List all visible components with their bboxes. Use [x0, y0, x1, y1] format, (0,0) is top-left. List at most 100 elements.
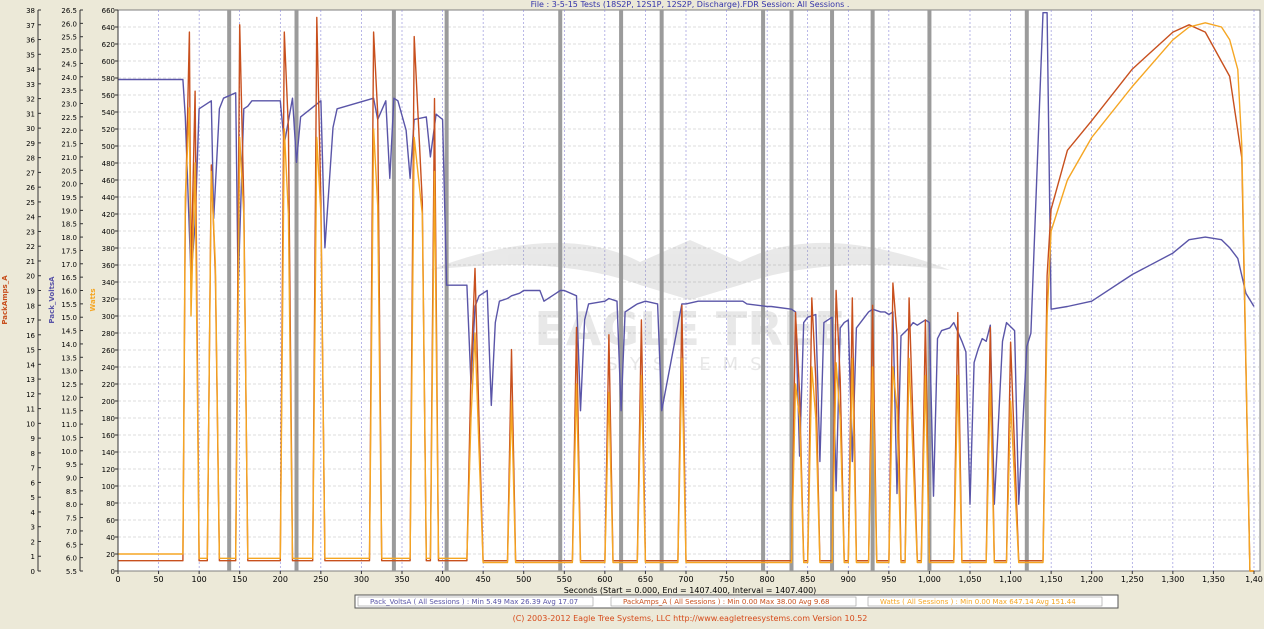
volts-tick-label: 12.5 [61, 381, 77, 389]
volts-tick-label: 14.0 [61, 341, 77, 349]
x-tick-label: 750 [719, 575, 734, 584]
watts-tick-label: 120 [102, 466, 115, 474]
watts-tick-label: 480 [102, 160, 115, 168]
amps-tick-label: 30 [26, 125, 35, 133]
volts-tick-label: 12.0 [61, 394, 77, 402]
watts-tick-label: 220 [102, 381, 115, 389]
x-tick-label: 1,40 [1245, 575, 1263, 584]
amps-tick-label: 38 [26, 7, 35, 15]
x-tick-label: 1,000 [918, 575, 941, 584]
x-tick-label: 500 [516, 575, 531, 584]
volts-tick-label: 7.5 [66, 515, 77, 523]
watts-tick-label: 500 [102, 143, 115, 151]
amps-tick-label: 17 [26, 317, 35, 325]
session-marker [444, 10, 449, 571]
amps-tick-label: 23 [26, 228, 35, 236]
amps-tick-label: 13 [26, 376, 35, 384]
session-marker [294, 10, 299, 571]
chart-window: EAGLE TREE SYSTEMS 0 50 100 150 200 250 300 350… [0, 0, 1264, 625]
amps-tick-label: 5 [31, 494, 35, 502]
session-marker [619, 10, 624, 571]
amps-tick-label: 20 [26, 273, 35, 281]
volts-tick-label: 18.0 [61, 234, 77, 242]
x-tick-label: 900 [841, 575, 856, 584]
x-tick-label: 600 [597, 575, 612, 584]
watts-tick-label: 380 [102, 245, 115, 253]
volts-tick-label: 6.5 [66, 541, 77, 549]
amps-tick-label: 6 [31, 479, 36, 487]
amps-tick-label: 28 [26, 155, 35, 163]
amps-tick-label: 24 [26, 214, 35, 222]
volts-tick-label: 18.5 [61, 221, 77, 229]
watts-tick-label: 160 [102, 432, 115, 440]
amps-tick-label: 15 [26, 347, 35, 355]
session-marker [1024, 10, 1029, 571]
amps-tick-label: 29 [26, 140, 35, 148]
amps-tick-label: 36 [26, 37, 35, 45]
volts-tick-label: 9.0 [66, 475, 77, 483]
legend: Pack_VoltsA ( All Sessions ) : Min 5.49 … [354, 594, 1119, 609]
watts-tick-label: 560 [102, 92, 115, 100]
volts-tick-label: 8.5 [66, 488, 77, 496]
watts-tick-label: 200 [102, 398, 115, 406]
amps-tick-label: 19 [26, 288, 35, 296]
x-tick-label: 1,050 [959, 575, 982, 584]
watts-tick-label: 180 [102, 415, 115, 423]
watts-tick-label: 580 [102, 75, 115, 83]
volts-tick-label: 25.5 [61, 34, 77, 42]
volts-tick-label: 13.5 [61, 354, 77, 362]
amps-tick-label: 4 [31, 509, 36, 517]
x-tick-label: 1,350 [1202, 575, 1225, 584]
watts-tick-label: 400 [102, 228, 115, 236]
volts-tick-label: 26.5 [61, 7, 77, 15]
x-tick-label: 800 [759, 575, 774, 584]
volts-tick-label: 5.5 [66, 568, 77, 576]
x-tick-label: 350 [394, 575, 409, 584]
amps-tick-label: 2 [31, 538, 35, 546]
x-tick-label: 850 [800, 575, 815, 584]
copyright-footer: (C) 2003-2012 Eagle Tree Systems, LLC ht… [513, 614, 868, 623]
watts-tick-label: 600 [102, 58, 115, 66]
volts-tick-label: 22.0 [61, 127, 77, 135]
x-tick-label: 300 [354, 575, 369, 584]
amps-tick-label: 31 [26, 110, 35, 118]
watts-tick-label: 420 [102, 211, 115, 219]
volts-tick-label: 14.5 [61, 328, 77, 336]
volts-tick-label: 15.5 [61, 301, 77, 309]
x-tick-label: 400 [435, 575, 450, 584]
watts-tick-label: 20 [106, 551, 115, 559]
watts-tick-label: 360 [102, 262, 115, 270]
volts-tick-label: 9.5 [66, 461, 77, 469]
watts-axis-title: Watts [89, 288, 97, 311]
watts-tick-label: 140 [102, 449, 115, 457]
watts-tick-label: 620 [102, 41, 115, 49]
amps-tick-label: 22 [26, 243, 35, 251]
watts-tick-label: 460 [102, 177, 115, 185]
volts-tick-label: 17.0 [61, 261, 77, 269]
legend-item-watts: Watts ( All Sessions ) : Min 0.00 Max 64… [880, 598, 1076, 606]
x-tick-label: 1,100 [999, 575, 1022, 584]
volts-tick-label: 23.5 [61, 87, 77, 95]
x-tick-label: 1,200 [1080, 575, 1103, 584]
amps-tick-label: 9 [31, 435, 35, 443]
volts-tick-label: 10.0 [61, 448, 77, 456]
amps-tick-label: 14 [26, 361, 35, 369]
x-tick-label: 50 [153, 575, 163, 584]
session-marker [227, 10, 232, 571]
watts-tick-label: 640 [102, 24, 115, 32]
amps-tick-label: 0 [31, 568, 35, 576]
x-tick-label: 250 [313, 575, 328, 584]
volts-tick-label: 25.0 [61, 47, 77, 55]
volts-axis-title: Pack_VoltsA [48, 276, 56, 324]
amps-tick-label: 12 [26, 391, 35, 399]
watts-tick-label: 0 [111, 568, 115, 576]
volts-tick-label: 21.0 [61, 154, 77, 162]
volts-tick-label: 21.5 [61, 141, 77, 149]
x-tick-label: 950 [881, 575, 896, 584]
volts-tick-label: 11.0 [61, 421, 77, 429]
volts-tick-label: 22.5 [61, 114, 77, 122]
watts-tick-label: 320 [102, 296, 115, 304]
watts-tick-label: 300 [102, 313, 115, 321]
legend-item-pack-voltsa: Pack_VoltsA ( All Sessions ) : Min 5.49 … [370, 598, 578, 606]
volts-tick-label: 26.0 [61, 20, 77, 28]
